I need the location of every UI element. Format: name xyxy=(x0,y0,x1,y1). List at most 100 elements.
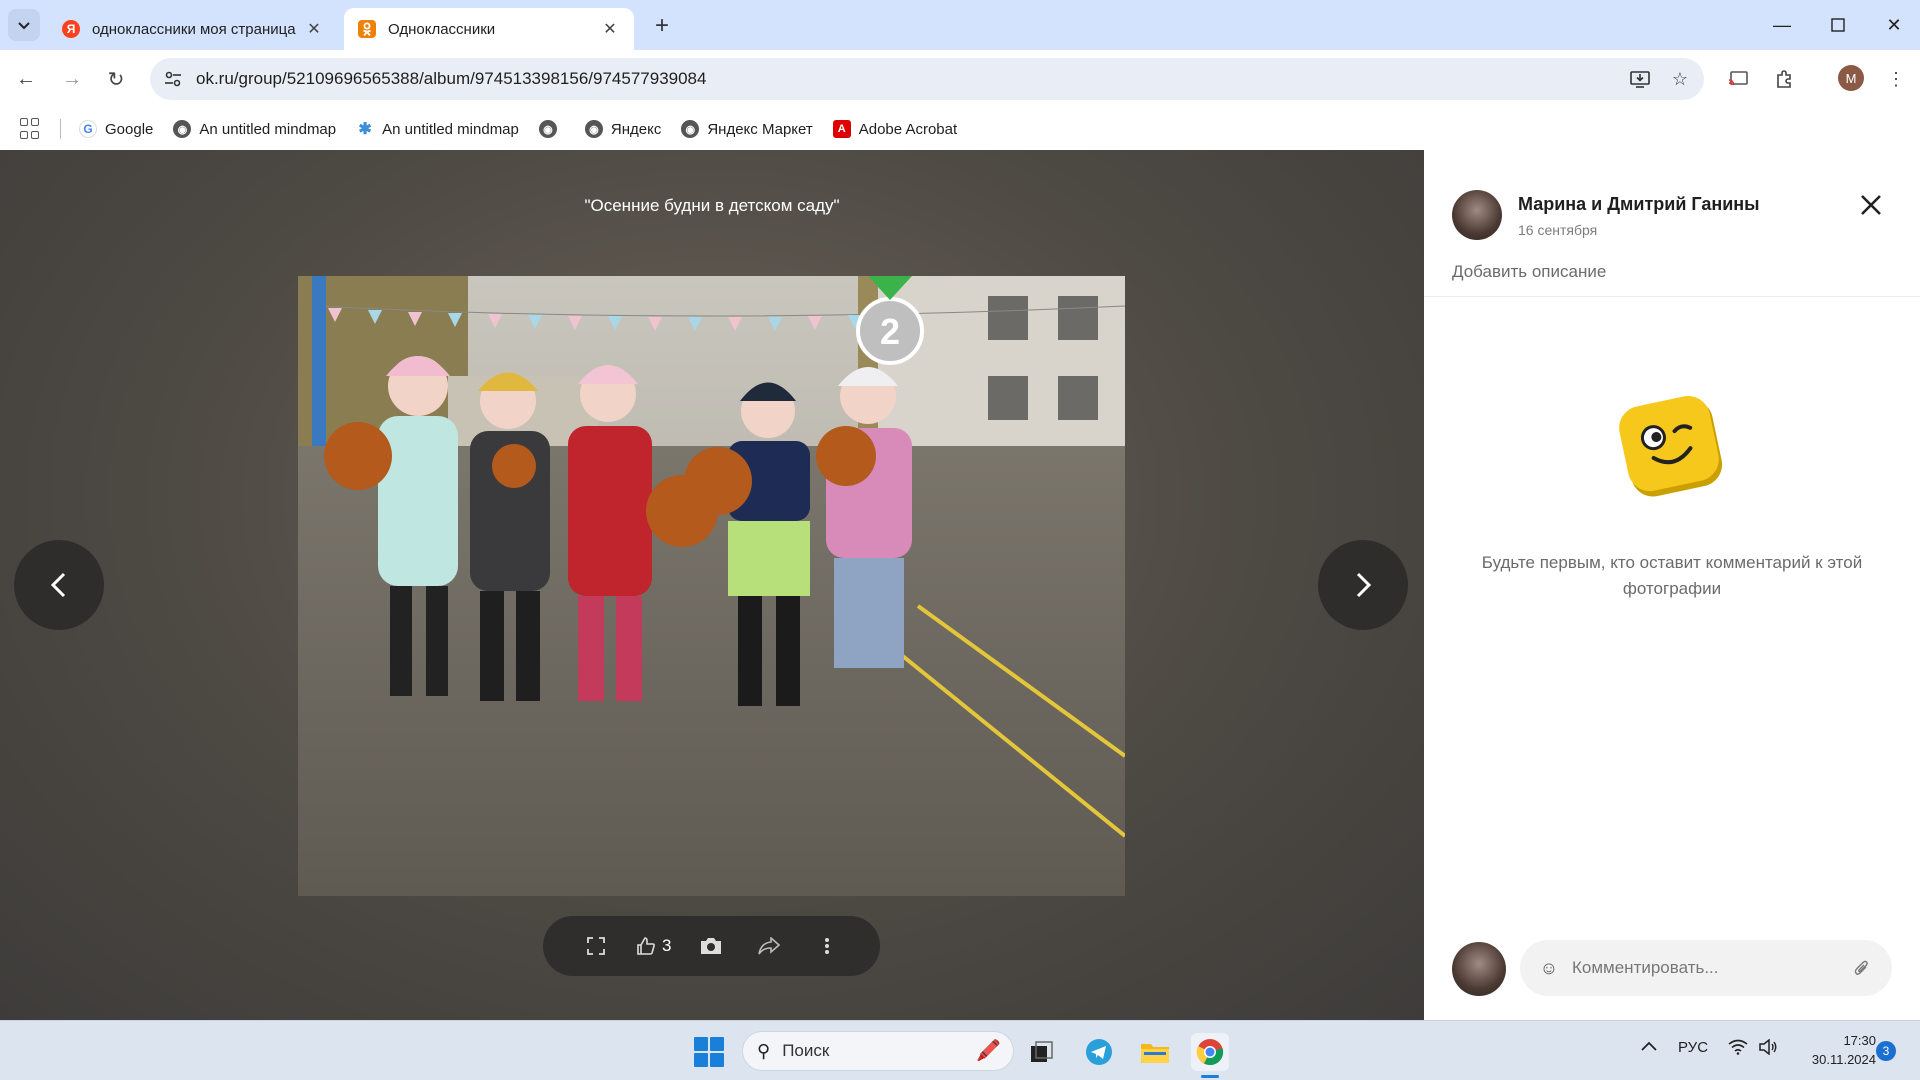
bookmark-label: An untitled mindmap xyxy=(199,120,337,138)
bookmark-yandex-market[interactable]: ◉ Яндекс Маркет xyxy=(681,120,813,138)
mindmap-icon: ✱ xyxy=(358,121,372,138)
taskbar-search-label: Поиск xyxy=(782,1041,830,1060)
bookmark-mindmap-1[interactable]: ◉ An untitled mindmap xyxy=(173,120,336,138)
new-tab-button[interactable]: + xyxy=(648,12,676,40)
photo-controls: 3 xyxy=(543,916,880,976)
chrome-icon[interactable] xyxy=(1191,1033,1229,1071)
back-button[interactable]: ← xyxy=(12,65,40,93)
close-window-button[interactable]: ✕ xyxy=(1874,10,1914,40)
tab-search-button[interactable] xyxy=(8,9,40,41)
photo-viewer: "Осенние будни в детском саду" 2 3 xyxy=(0,150,1424,1020)
bookmark-label: Adobe Acrobat xyxy=(858,120,958,138)
bookmark-label: Яндекс Маркет xyxy=(707,120,813,138)
close-icon xyxy=(1861,195,1881,215)
more-vertical-icon xyxy=(825,938,830,954)
add-description-link[interactable]: Добавить описание xyxy=(1452,262,1606,282)
author-avatar[interactable] xyxy=(1452,190,1502,240)
share-arrow-icon xyxy=(758,937,781,955)
tab-title: одноклассники моя страница xyxy=(92,20,296,38)
forward-button[interactable]: → xyxy=(58,65,86,93)
language-indicator[interactable]: РУС xyxy=(1678,1039,1708,1056)
browser-toolbar: ← → ↻ ok.ru/group/52109696565388/album/9… xyxy=(0,50,1920,108)
close-tab-icon[interactable]: ✕ xyxy=(304,19,324,39)
apps-grid-icon[interactable] xyxy=(20,118,42,140)
google-icon: G xyxy=(79,120,97,138)
divider xyxy=(1424,296,1920,297)
bookmarks-bar: G Google ◉ An untitled mindmap ✱ An unti… xyxy=(0,108,1920,150)
maximize-button[interactable] xyxy=(1818,10,1858,40)
fullscreen-button[interactable] xyxy=(578,926,614,966)
profile-avatar[interactable]: M xyxy=(1838,65,1864,91)
file-explorer-icon[interactable] xyxy=(1136,1033,1174,1071)
tab-strip: Я одноклассники моя страница ✕ Однокласс… xyxy=(0,0,1920,50)
tab-odnoklassniki[interactable]: Одноклассники ✕ xyxy=(344,8,634,50)
maximize-icon xyxy=(1831,18,1845,32)
task-view-icon[interactable] xyxy=(1023,1033,1061,1071)
share-button[interactable] xyxy=(751,926,787,966)
minimize-button[interactable]: — xyxy=(1762,10,1802,40)
more-menu-icon[interactable]: ⋮ xyxy=(1882,65,1910,93)
wifi-icon[interactable] xyxy=(1728,1039,1748,1059)
comment-composer[interactable]: ☺ xyxy=(1520,940,1892,996)
bookmark-mindmap-2[interactable]: ✱ An untitled mindmap xyxy=(356,120,519,139)
bookmark-label: Google xyxy=(105,120,154,138)
yandex-favicon-icon: Я xyxy=(62,20,80,38)
notification-badge[interactable]: 3 xyxy=(1876,1041,1896,1061)
active-app-indicator xyxy=(1201,1075,1219,1078)
close-viewer-button[interactable] xyxy=(1854,188,1888,222)
bookmark-unnamed[interactable]: ◉ xyxy=(538,120,565,138)
cast-icon[interactable] xyxy=(1724,65,1752,93)
ok-favicon-icon xyxy=(358,20,376,38)
install-app-icon[interactable] xyxy=(1624,63,1656,95)
comment-input[interactable] xyxy=(1572,958,1850,978)
reload-button[interactable]: ↻ xyxy=(102,65,130,93)
chevron-up-icon[interactable] xyxy=(1640,1039,1658,1056)
close-tab-icon[interactable]: ✕ xyxy=(600,19,620,39)
extensions-icon[interactable] xyxy=(1770,65,1798,93)
bookmark-google[interactable]: G Google xyxy=(79,120,153,138)
tab-odnoklassniki-search[interactable]: Я одноклассники моя страница ✕ xyxy=(48,8,338,50)
thumbs-up-icon xyxy=(637,937,655,955)
camera-button[interactable] xyxy=(693,926,729,966)
globe-icon: ◉ xyxy=(681,120,700,138)
bookmark-label: Яндекс xyxy=(610,120,662,138)
bookmark-star-icon[interactable]: ☆ xyxy=(1664,63,1696,95)
bookmarks-separator xyxy=(60,119,61,139)
photo-image: 2 xyxy=(298,276,1125,896)
bookmark-label: An untitled mindmap xyxy=(382,120,519,138)
windows-start-icon[interactable] xyxy=(694,1037,724,1067)
more-options-button[interactable] xyxy=(809,926,845,966)
next-photo-button[interactable] xyxy=(1318,540,1408,630)
address-bar[interactable]: ok.ru/group/52109696565388/album/9745133… xyxy=(150,58,1704,100)
acrobat-icon: A xyxy=(832,120,851,138)
smiley-icon[interactable]: ☺ xyxy=(1538,957,1560,979)
url-text[interactable]: ok.ru/group/52109696565388/album/9745133… xyxy=(196,69,1624,89)
like-button[interactable]: 3 xyxy=(636,926,672,966)
system-clock[interactable]: 17:30 30.11.2024 xyxy=(1796,1031,1876,1069)
globe-icon: ◉ xyxy=(173,120,192,138)
taskbar-search[interactable]: ⚲ Поиск 🖍️ xyxy=(742,1031,1014,1071)
author-name[interactable]: Марина и Дмитрий Ганины xyxy=(1518,194,1760,215)
camera-icon xyxy=(701,938,722,954)
photo-date: 16 сентября xyxy=(1518,222,1598,238)
previous-photo-button[interactable] xyxy=(14,540,104,630)
bookmark-adobe-acrobat[interactable]: A Adobe Acrobat xyxy=(832,120,958,138)
clock-time: 17:30 xyxy=(1843,1033,1876,1048)
volume-icon[interactable] xyxy=(1758,1038,1778,1059)
bookmark-yandex[interactable]: ◉ Яндекс xyxy=(584,120,662,138)
search-highlight-icon: 🖍️ xyxy=(976,1040,1001,1062)
telegram-icon[interactable] xyxy=(1080,1033,1118,1071)
chevron-down-icon xyxy=(18,22,30,30)
site-info-icon[interactable] xyxy=(158,64,188,94)
empty-comments-text: Будьте первым, кто оставит комментарий к… xyxy=(1481,553,1863,598)
clock-date: 30.11.2024 xyxy=(1811,1052,1876,1067)
search-icon: ⚲ xyxy=(757,1040,771,1061)
tab-title: Одноклассники xyxy=(388,20,496,38)
windows-taskbar: ⚲ Поиск 🖍️ РУС 17:30 30.11.2024 3 xyxy=(0,1020,1920,1080)
paperclip-icon[interactable] xyxy=(1850,956,1874,980)
globe-icon: ◉ xyxy=(584,120,603,138)
album-title: "Осенние будни в детском саду" xyxy=(584,196,840,215)
photo-badge-number: 2 xyxy=(880,311,900,352)
like-count: 3 xyxy=(661,936,672,955)
photo[interactable]: 2 xyxy=(298,276,1125,896)
